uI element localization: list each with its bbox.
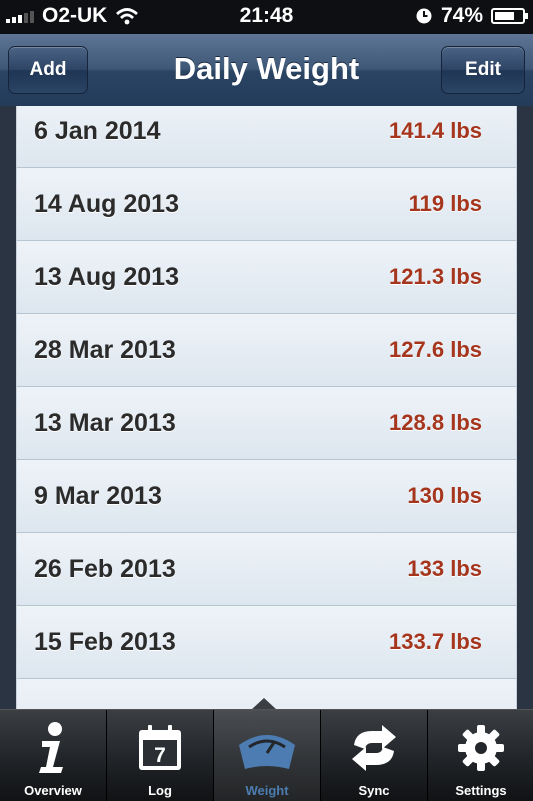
battery-fill [495, 12, 514, 20]
alarm-clock-icon [416, 8, 432, 24]
calendar-day-number: 7 [154, 744, 166, 767]
edit-button[interactable]: Edit [441, 46, 525, 94]
battery-percent: 74% [440, 4, 483, 27]
weight-entry-row[interactable]: 6 Jan 2014 141.4 lbs [16, 106, 517, 168]
weight-entry-row[interactable]: 13 Mar 2013 128.8 lbs [16, 387, 517, 460]
add-button[interactable]: Add [8, 46, 88, 94]
info-icon [0, 718, 106, 778]
entry-date: 28 Mar 2013 [34, 336, 176, 364]
weight-entry-row[interactable]: 14 Aug 2013 119 lbs [16, 168, 517, 241]
battery-icon [491, 8, 528, 24]
tab-overview-label: Overview [24, 783, 82, 798]
tab-bar: Overview 7 Log Weight Sync Settings [0, 709, 533, 801]
entry-weight: 141.4 lbs [389, 118, 482, 143]
entry-date: 9 Mar 2013 [34, 482, 162, 510]
tab-weight-label: Weight [245, 783, 289, 798]
weight-entry-row[interactable]: 9 Mar 2013 130 lbs [16, 460, 517, 533]
tab-weight[interactable]: Weight [214, 710, 320, 801]
weight-entry-row[interactable]: 13 Aug 2013 121.3 lbs [16, 241, 517, 314]
page-title: Daily Weight [173, 51, 360, 86]
entry-weight: 133.7 lbs [389, 629, 482, 654]
entry-date: 15 Feb 2013 [34, 628, 176, 656]
tab-settings[interactable]: Settings [428, 710, 533, 801]
navigation-bar: Add Daily Weight Edit [0, 34, 533, 107]
tab-log-label: Log [148, 783, 172, 798]
entry-weight: 130 lbs [407, 483, 482, 508]
entry-weight: 119 lbs [408, 191, 482, 216]
tab-overview[interactable]: Overview [0, 710, 106, 801]
status-right: 74% [415, 4, 528, 28]
entry-weight: 121.3 lbs [389, 264, 482, 289]
tab-log[interactable]: 7 Log [107, 710, 213, 801]
scale-icon [214, 718, 320, 778]
entry-weight: 133 lbs [407, 556, 482, 581]
weight-entry-row[interactable]: 15 Feb 2013 133.7 lbs [16, 606, 517, 679]
sync-icon [321, 718, 427, 778]
weight-entry-row[interactable]: 28 Mar 2013 127.6 lbs [16, 314, 517, 387]
tab-sync-label: Sync [358, 783, 390, 798]
calendar-icon: 7 [107, 718, 213, 778]
entry-date: 26 Feb 2013 [34, 555, 176, 583]
weight-list-rows: 6 Jan 2014 141.4 lbs 14 Aug 2013 119 lbs 13 … [16, 106, 517, 709]
weight-entry-row[interactable]: 26 Feb 2013 133 lbs [16, 533, 517, 606]
status-bar: O2-UK 21:48 74% [0, 0, 533, 34]
weight-list[interactable]: 6 Jan 2014 141.4 lbs 14 Aug 2013 119 lbs 13 … [0, 106, 533, 709]
tab-sync[interactable]: Sync [321, 710, 427, 801]
entry-date: 6 Jan 2014 [34, 117, 161, 145]
entry-weight: 127.6 lbs [389, 337, 482, 362]
entry-date: 14 Aug 2013 [34, 190, 179, 218]
entry-weight: 128.8 lbs [389, 410, 482, 435]
tab-settings-label: Settings [455, 783, 507, 798]
entry-date: 13 Mar 2013 [34, 409, 176, 437]
entry-date: 13 Aug 2013 [34, 263, 179, 291]
gear-icon [428, 718, 533, 778]
